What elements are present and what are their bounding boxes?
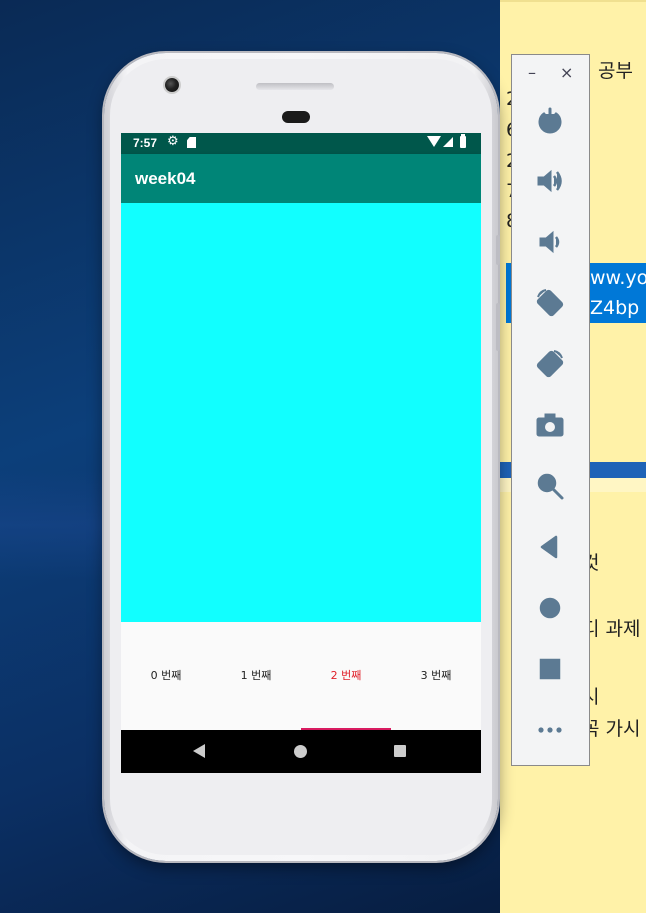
phone-screen: 7:57 ⚙ week04 0 번째 1 번째 2 번째 3 번째 [121,133,481,773]
camera-icon[interactable] [534,409,566,441]
note-line-10: 꼭 가시 [582,718,641,740]
volume-up-icon[interactable] [534,165,566,197]
tab-1[interactable]: 1 번째 [211,622,301,730]
note-link-text-1: ww.yo [590,267,646,289]
note-line-1: 공부 [598,60,633,82]
emulator-toolbar: – × [511,54,590,766]
front-camera [165,78,179,92]
settings-gear-icon: ⚙ [167,134,179,149]
wifi-icon [427,136,441,147]
note-line-8: 디 과제 [582,618,641,640]
home-icon[interactable] [534,592,566,624]
tab-bar: 0 번째 1 번째 2 번째 3 번째 [121,622,481,731]
note-top-strip [500,0,646,2]
app-title: week04 [135,169,196,188]
nav-recents-icon[interactable] [394,745,406,757]
back-icon[interactable] [534,531,566,563]
note-link-text-2: Z4bp [590,297,640,319]
tab-3[interactable]: 3 번째 [391,622,481,730]
close-button[interactable]: × [560,63,573,82]
sd-card-icon [187,137,196,148]
battery-icon [460,134,466,148]
overview-icon[interactable] [534,653,566,685]
side-button [496,235,500,265]
nav-back-icon[interactable] [193,744,205,758]
tab-2[interactable]: 2 번째 [301,622,391,730]
status-bar: 7:57 ⚙ [121,133,481,154]
status-time: 7:57 [133,136,158,150]
more-icon[interactable] [534,714,566,746]
zoom-icon[interactable] [534,470,566,502]
earpiece [282,111,310,123]
minimize-button[interactable]: – [528,63,536,82]
rotate-right-icon[interactable] [534,348,566,380]
navigation-bar [121,730,481,773]
viewpager-content[interactable] [121,203,481,622]
power-icon[interactable] [534,105,566,137]
volume-rocker [496,303,500,351]
rotate-left-icon[interactable] [534,287,566,319]
volume-down-icon[interactable] [534,226,566,258]
tab-0[interactable]: 0 번째 [121,622,211,730]
speaker-grill [256,83,334,90]
nav-home-icon[interactable] [294,745,307,758]
cell-signal-icon [443,137,453,147]
app-bar: week04 [121,154,481,203]
